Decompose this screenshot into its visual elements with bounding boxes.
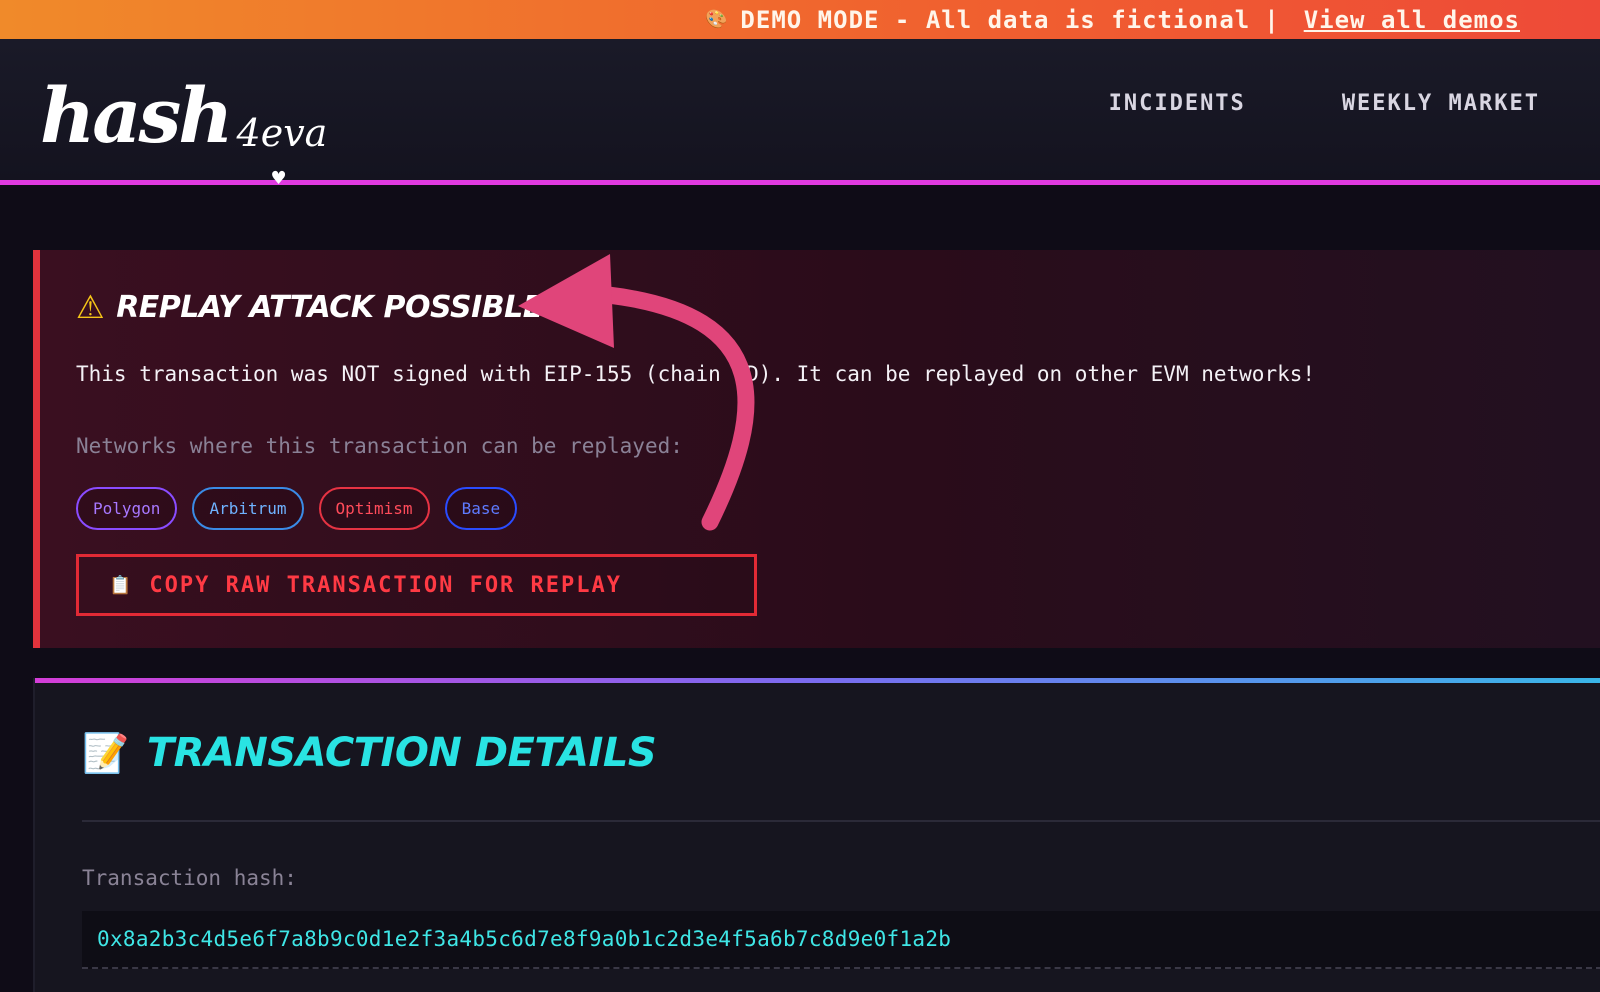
banner-separator: | xyxy=(1264,5,1280,34)
banner-text: DEMO MODE - All data is fictional xyxy=(740,5,1251,34)
nav-weekly-market[interactable]: WEEKLY MARKET xyxy=(1342,91,1540,116)
main-nav: INCIDENTS WEEKLY MARKET xyxy=(1109,91,1540,116)
memo-icon: 📝 xyxy=(82,730,129,775)
details-divider xyxy=(82,820,1600,822)
palette-icon: 🎨 xyxy=(705,9,729,30)
nav-incidents[interactable]: INCIDENTS xyxy=(1109,91,1246,116)
copy-button-label: COPY RAW TRANSACTION FOR REPLAY xyxy=(149,572,623,598)
logo[interactable]: hash 4eva ♥ xyxy=(40,61,327,189)
site-header: hash 4eva ♥ INCIDENTS WEEKLY MARKET xyxy=(0,39,1600,189)
network-chip-optimism[interactable]: Optimism xyxy=(318,487,430,530)
warning-icon: ⚠ xyxy=(76,288,105,326)
logo-sub-text: 4eva ♥ xyxy=(237,105,328,189)
transaction-hash-box[interactable]: 0x8a2b3c4d5e6f7a8b9c0d1e2f3a4b5c6d7e8f9a… xyxy=(82,911,1600,969)
network-chips: Polygon Arbitrum Optimism Base xyxy=(76,487,518,530)
transaction-hash-value[interactable]: 0x8a2b3c4d5e6f7a8b9c0d1e2f3a4b5c6d7e8f9a… xyxy=(97,927,951,951)
logo-main-text: hash xyxy=(40,71,234,160)
annotation-arrow-icon xyxy=(518,254,755,531)
demo-banner: 🎨 DEMO MODE - All data is fictional | Vi… xyxy=(0,0,1600,39)
network-chip-polygon[interactable]: Polygon xyxy=(76,487,178,530)
alert-title: ⚠ REPLAY ATTACK POSSIBLE xyxy=(76,288,543,326)
transaction-details-card: 📝 TRANSACTION DETAILS Transaction hash: … xyxy=(33,678,1600,992)
details-title: 📝 TRANSACTION DETAILS xyxy=(82,730,657,776)
replay-alert-panel: ⚠ REPLAY ATTACK POSSIBLE This transactio… xyxy=(33,250,1600,648)
transaction-hash-label: Transaction hash: xyxy=(82,866,297,890)
copy-raw-transaction-button[interactable]: 📋 COPY RAW TRANSACTION FOR REPLAY xyxy=(76,554,757,616)
view-all-demos-link[interactable]: View all demos xyxy=(1304,6,1520,34)
card-top-stripe xyxy=(35,678,1600,683)
heart-icon: ♥ xyxy=(270,168,287,189)
network-chip-arbitrum[interactable]: Arbitrum xyxy=(192,487,304,530)
clipboard-icon: 📋 xyxy=(109,574,134,596)
